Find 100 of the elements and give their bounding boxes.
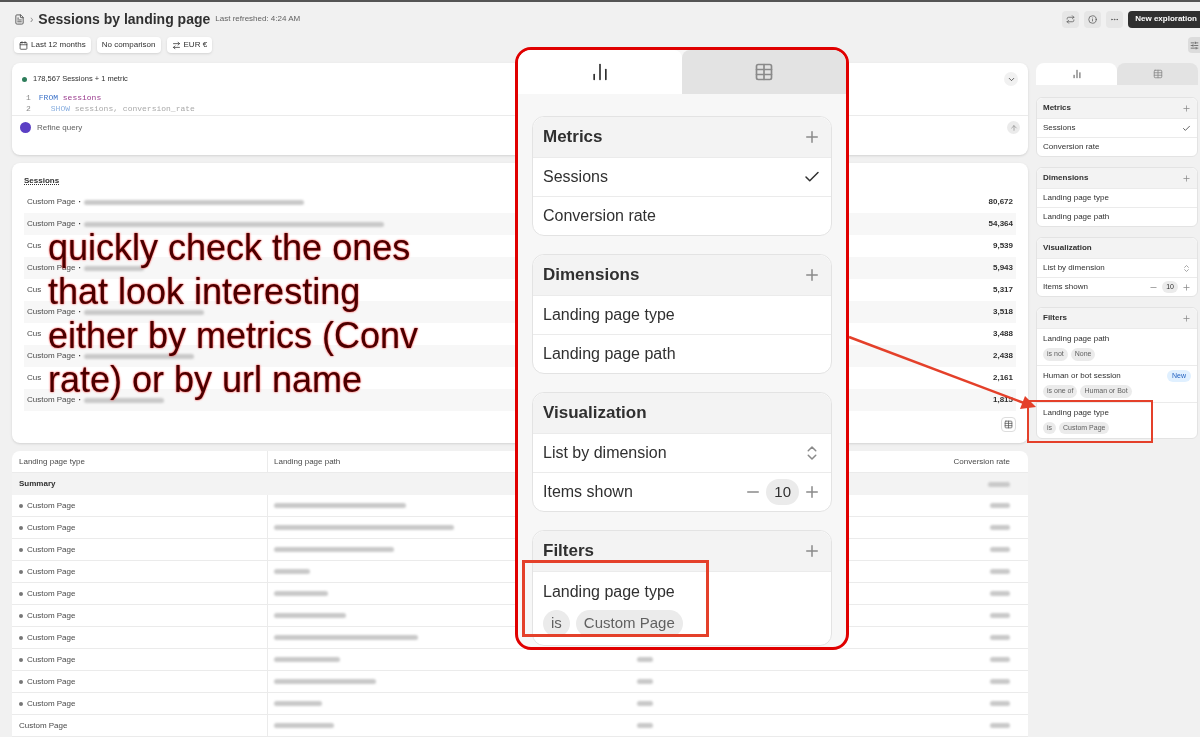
add-icon[interactable] xyxy=(803,542,821,560)
row-label: Cus xyxy=(27,240,42,252)
new-exploration-button[interactable]: New exploration xyxy=(1128,10,1200,28)
info-icon xyxy=(1088,14,1098,24)
blurred-text xyxy=(990,679,1010,684)
table-cell: Custom Page xyxy=(27,653,76,666)
row-label: Cus xyxy=(27,372,42,384)
row-value: 3,488 xyxy=(992,328,1013,340)
section-title: Visualization xyxy=(1043,242,1092,254)
list-item[interactable]: Landing page path xyxy=(1037,207,1197,226)
blurred-text xyxy=(637,701,653,706)
table-cell: Custom Page xyxy=(27,675,76,688)
view-tab[interactable] xyxy=(1117,63,1198,85)
visualization-select[interactable]: List by dimension xyxy=(1037,258,1197,277)
list-item[interactable]: Landing page type xyxy=(1037,188,1197,207)
summary-label: Summary xyxy=(18,478,57,490)
row-label: Custom Page xyxy=(27,196,76,208)
filter-field[interactable]: Landing page path xyxy=(1043,333,1110,345)
blurred-text xyxy=(990,701,1010,706)
filter-field[interactable]: Human or bot session xyxy=(1043,369,1121,382)
view-tab[interactable] xyxy=(682,50,846,94)
blurred-text xyxy=(990,569,1010,574)
items-shown-label: Items shown xyxy=(1043,281,1088,293)
row-value: 5,943 xyxy=(992,262,1013,274)
table-cell: Custom Page xyxy=(27,631,76,644)
section-title: Filters xyxy=(543,540,595,563)
submit-button[interactable] xyxy=(1007,121,1020,134)
blurred-text xyxy=(637,657,653,662)
add-icon[interactable] xyxy=(1182,173,1191,183)
column-header: Conversion rate xyxy=(952,455,1011,468)
chevron-up-down-icon xyxy=(1182,263,1191,273)
filter-field[interactable]: Landing page type xyxy=(543,580,675,604)
page-title: Sessions by landing page xyxy=(38,9,211,29)
annotation-text: rate) or by url name xyxy=(48,361,363,398)
separator-dot: · xyxy=(78,263,82,274)
table-cell: Custom Page xyxy=(27,609,76,622)
list-item[interactable]: Landing page path xyxy=(533,334,831,373)
separator-dot: · xyxy=(78,218,82,230)
more-button[interactable] xyxy=(1106,10,1124,28)
list-title: Sessions xyxy=(24,175,60,187)
collapse-button[interactable] xyxy=(1004,72,1018,86)
row-value: 5,317 xyxy=(992,284,1013,296)
add-icon[interactable] xyxy=(803,128,821,146)
refine-query-field[interactable]: Refine query xyxy=(37,121,83,134)
row-value: 80,672 xyxy=(988,196,1013,208)
table-cell: Custom Page xyxy=(27,697,76,710)
list-item[interactable]: Landing page type xyxy=(533,295,831,334)
table-icon xyxy=(754,62,774,82)
sync-button[interactable] xyxy=(1062,10,1080,28)
add-icon[interactable] xyxy=(1182,313,1191,323)
plus-icon[interactable] xyxy=(1182,282,1191,292)
section-title: Visualization xyxy=(543,402,647,425)
items-shown-label: Items shown xyxy=(543,482,633,502)
code-line: SHOW sessions, conversion_rate xyxy=(49,103,195,114)
sliders-icon xyxy=(1189,40,1199,50)
blurred-text xyxy=(990,591,1010,596)
blurred-text xyxy=(274,613,346,618)
list-item[interactable]: Sessions xyxy=(1037,118,1197,137)
table-icon xyxy=(1152,69,1163,79)
filter-chip[interactable]: No comparison xyxy=(96,37,161,53)
separator-dot: · xyxy=(78,196,82,208)
filter-chip[interactable]: Last 12 months xyxy=(14,37,91,53)
list-item[interactable]: Conversion rate xyxy=(533,196,831,235)
filter-operator[interactable]: is xyxy=(543,610,570,637)
arrow-up-icon xyxy=(1009,123,1018,132)
settings-button[interactable] xyxy=(1188,37,1200,53)
row-value: 9,539 xyxy=(992,240,1013,252)
list-item[interactable]: Conversion rate xyxy=(1037,137,1197,156)
table-cell: Custom Page xyxy=(27,543,76,556)
breadcrumb-separator: › xyxy=(30,12,34,27)
blurred-text xyxy=(274,723,334,728)
separator-dot: · xyxy=(78,395,82,406)
table-view-button[interactable] xyxy=(1001,417,1016,432)
blurred-text xyxy=(274,657,340,662)
blurred-text xyxy=(274,701,322,706)
code-line: FROM sessions xyxy=(38,92,102,103)
bar-chart-icon xyxy=(1071,69,1082,79)
visualization-select[interactable]: List by dimension xyxy=(533,433,831,472)
view-tab[interactable] xyxy=(1036,63,1117,85)
filter-field[interactable]: Landing page type xyxy=(1043,406,1109,419)
add-icon[interactable] xyxy=(1182,103,1191,113)
sync-icon xyxy=(1066,14,1076,24)
assistant-icon xyxy=(20,122,31,133)
info-button[interactable] xyxy=(1084,10,1102,28)
calendar-icon xyxy=(19,40,28,50)
table-cell: Custom Page xyxy=(27,521,76,534)
filter-chip[interactable]: EUR € xyxy=(166,37,213,53)
items-count[interactable]: 10 xyxy=(766,478,799,506)
table-icon xyxy=(1004,420,1013,429)
blurred-text xyxy=(990,547,1010,552)
section-title: Dimensions xyxy=(1043,172,1089,184)
bar-chart-icon xyxy=(590,62,610,82)
filter-value[interactable]: Custom Page xyxy=(575,610,683,637)
section-title: Dimensions xyxy=(543,264,640,287)
blurred-text xyxy=(990,723,1010,728)
add-icon[interactable] xyxy=(803,266,821,284)
row-value: 2,161 xyxy=(992,372,1013,384)
list-item[interactable]: Sessions xyxy=(533,157,831,196)
plus-icon[interactable] xyxy=(803,483,821,501)
row-label: Cus xyxy=(27,328,42,340)
